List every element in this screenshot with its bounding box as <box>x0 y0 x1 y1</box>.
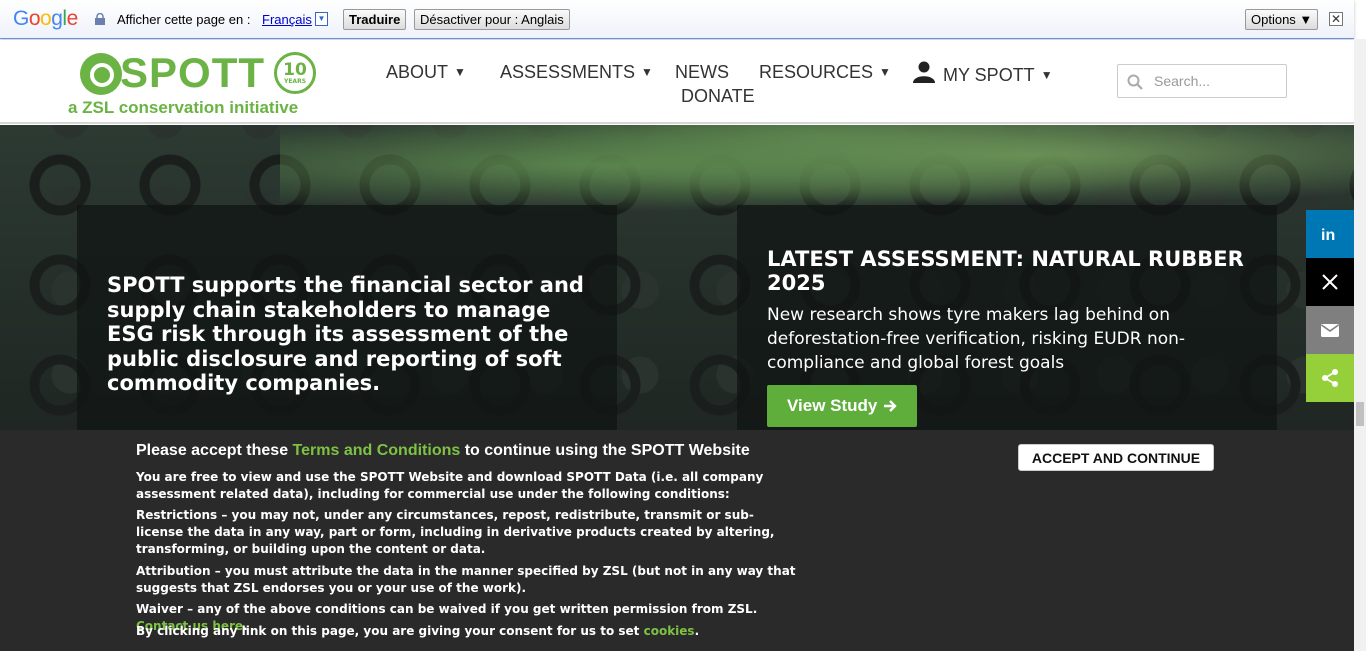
accept-and-continue-button[interactable]: ACCEPT AND CONTINUE <box>1018 444 1214 471</box>
logo-tagline: a ZSL conservation initiative <box>68 98 299 117</box>
translate-button[interactable]: Traduire <box>343 9 407 30</box>
terms-consent-banner: Please accept these Terms and Conditions… <box>0 430 1354 651</box>
view-study-button[interactable]: View Study <box>767 385 917 427</box>
consent-attribution: Attribution – you must attribute the dat… <box>136 564 796 595</box>
consent-intro: You are free to view and use the SPOTT W… <box>136 470 764 501</box>
caret-down-icon: ▼ <box>879 65 891 79</box>
page-scrollbar[interactable] <box>1354 39 1366 651</box>
terms-link[interactable]: Terms and Conditions <box>293 442 461 459</box>
share-email-button[interactable] <box>1306 306 1354 354</box>
nav-my-spott[interactable]: MY SPOTT ▼ <box>913 59 1053 86</box>
hero-section: SPOTT supports the financial sector and … <box>0 125 1354 431</box>
arrow-right-icon <box>884 400 897 412</box>
x-icon <box>1322 274 1338 290</box>
search-input[interactable] <box>1154 71 1280 91</box>
user-icon <box>913 61 935 83</box>
nav-donate[interactable]: DONATE <box>681 86 755 107</box>
google-logo: Google <box>13 7 78 30</box>
latest-assessment-panel: LATEST ASSESSMENT: NATURAL RUBBER 2025 N… <box>737 205 1277 431</box>
svg-text:in: in <box>1321 227 1335 244</box>
share-icon <box>1322 369 1338 387</box>
share-linkedin-button[interactable]: in <box>1306 210 1354 258</box>
caret-down-icon: ▼ <box>1040 68 1053 82</box>
close-icon[interactable]: ✕ <box>1329 12 1343 26</box>
caret-down-icon: ▼ <box>641 65 653 79</box>
spott-logo[interactable]: SPOTT 10 YEARS a ZSL conservation initia… <box>68 50 328 120</box>
nav-news[interactable]: NEWS <box>675 62 729 83</box>
consent-restrictions: Restrictions – you may not, under any ci… <box>136 508 775 556</box>
share-x-button[interactable] <box>1306 258 1354 306</box>
language-link[interactable]: Français <box>262 12 312 27</box>
translate-bar: Google Afficher cette page en : Français… <box>0 0 1354 39</box>
translate-prompt: Afficher cette page en : <box>117 12 251 27</box>
share-more-button[interactable] <box>1306 354 1354 402</box>
scrollbar-thumb[interactable] <box>1356 402 1364 426</box>
ten-years-badge: 10 YEARS <box>274 52 316 94</box>
hero-intro-panel: SPOTT supports the financial sector and … <box>77 205 617 431</box>
caret-down-icon: ▼ <box>454 65 466 79</box>
logo-wordmark: SPOTT <box>120 49 266 96</box>
hero-intro-text: SPOTT supports the financial sector and … <box>107 273 584 395</box>
disable-translate-button[interactable]: Désactiver pour : Anglais <box>414 9 570 30</box>
latest-assessment-description: New research shows tyre makers lag behin… <box>767 305 1186 373</box>
search-box[interactable] <box>1117 64 1287 98</box>
language-dropdown-icon[interactable]: ▼ <box>315 12 328 26</box>
latest-assessment-title: LATEST ASSESSMENT: NATURAL RUBBER 2025 <box>767 247 1244 295</box>
logo-q-mark <box>80 53 122 95</box>
search-icon <box>1127 74 1143 90</box>
lock-icon <box>95 13 105 25</box>
cookies-link[interactable]: cookies <box>644 624 695 638</box>
consent-heading: Please accept these Terms and Conditions… <box>136 442 750 459</box>
nav-about[interactable]: ABOUT ▼ <box>386 62 466 83</box>
site-header: SPOTT 10 YEARS a ZSL conservation initia… <box>0 40 1354 124</box>
nav-assessments[interactable]: ASSESSMENTS ▼ <box>500 62 653 83</box>
consent-cookies: By clicking any link on this page, you a… <box>136 624 700 638</box>
linkedin-icon: in <box>1321 227 1335 244</box>
nav-resources[interactable]: RESOURCES ▼ <box>759 62 891 83</box>
email-icon <box>1321 324 1339 337</box>
options-button[interactable]: Options ▼ <box>1245 9 1319 30</box>
